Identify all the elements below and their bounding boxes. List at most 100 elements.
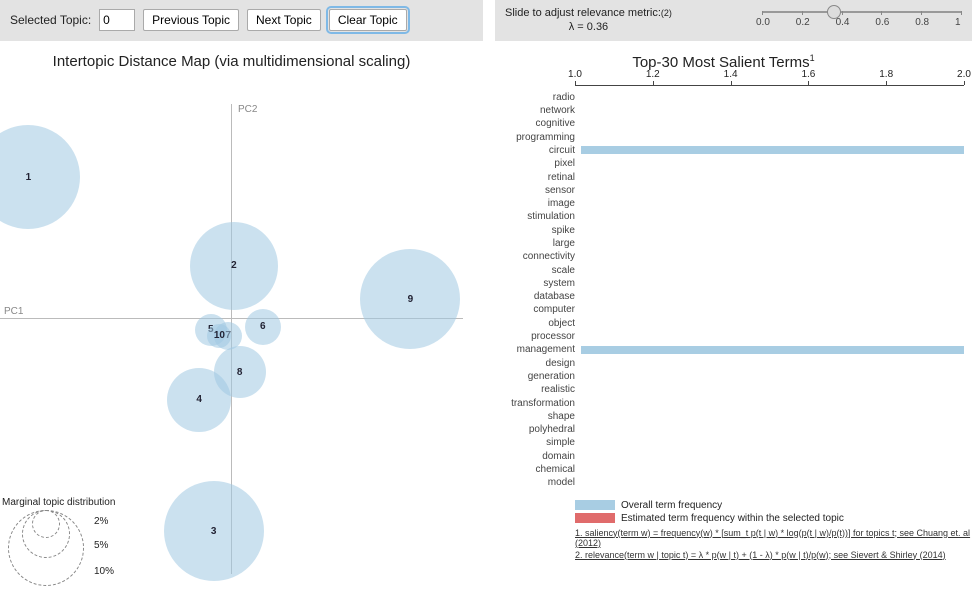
next-topic-button[interactable]: Next Topic: [247, 9, 321, 31]
lambda-header: Slide to adjust relevance metric:: [505, 7, 661, 19]
term-row: realistic: [475, 383, 964, 396]
term-label[interactable]: connectivity: [475, 251, 581, 262]
term-row: computer: [475, 303, 964, 316]
footnote-2: 2. relevance(term w | topic t) = λ * p(w…: [575, 550, 972, 560]
marginal-10pct: 10%: [94, 566, 114, 577]
term-label[interactable]: radio: [475, 92, 581, 103]
xtick-1.4: 1.4: [724, 69, 738, 80]
lambda-value-label: λ = 0.36: [505, 20, 672, 34]
term-row: model: [475, 476, 964, 489]
term-row: network: [475, 104, 964, 117]
term-label[interactable]: processor: [475, 331, 581, 342]
term-row: pixel: [475, 157, 964, 170]
axis-label-pc2: PC2: [238, 104, 257, 115]
xtick-1.0: 1.0: [568, 69, 582, 80]
term-row: transformation: [475, 396, 964, 409]
lambda-slider[interactable]: 0.00.20.40.60.81: [762, 7, 962, 17]
controls-bar: Selected Topic: Previous Topic Next Topi…: [0, 0, 483, 41]
term-label[interactable]: shape: [475, 411, 581, 422]
marginal-title: Marginal topic distribution: [2, 497, 132, 508]
term-row: scale: [475, 263, 964, 276]
term-row: chemical: [475, 463, 964, 476]
topic-bubble-2[interactable]: 2: [190, 222, 278, 310]
lambda-tick-1: 1: [955, 17, 961, 28]
term-row: design: [475, 357, 964, 370]
mds-plot: PC1 PC2 12345678910 Marginal topic distr…: [0, 74, 463, 594]
term-label[interactable]: pixel: [475, 158, 581, 169]
previous-topic-button[interactable]: Previous Topic: [143, 9, 239, 31]
term-label[interactable]: design: [475, 358, 581, 369]
footnotes: 1. saliency(term w) = frequency(w) * [su…: [575, 528, 972, 560]
topic-bubble-9[interactable]: 9: [360, 249, 460, 349]
clear-topic-button[interactable]: Clear Topic: [329, 9, 407, 31]
bars-legend: Overall term frequency Estimated term fr…: [575, 500, 972, 524]
term-bar: [581, 346, 964, 354]
slider-track: [762, 11, 962, 13]
term-label[interactable]: database: [475, 291, 581, 302]
term-row: connectivity: [475, 250, 964, 263]
term-label[interactable]: model: [475, 477, 581, 488]
term-row: cognitive: [475, 117, 964, 130]
term-row: sensor: [475, 184, 964, 197]
axis-label-pc1: PC1: [4, 306, 23, 317]
term-row: object: [475, 317, 964, 330]
term-label[interactable]: network: [475, 105, 581, 116]
term-label[interactable]: retinal: [475, 172, 581, 183]
term-row: management: [475, 343, 964, 356]
term-label[interactable]: domain: [475, 451, 581, 462]
selected-topic-label: Selected Topic:: [10, 13, 91, 27]
term-row: spike: [475, 224, 964, 237]
term-row: domain: [475, 450, 964, 463]
term-label[interactable]: programming: [475, 132, 581, 143]
term-label[interactable]: large: [475, 238, 581, 249]
term-label[interactable]: chemical: [475, 464, 581, 475]
term-bar: [581, 146, 964, 154]
legend-within: Estimated term frequency within the sele…: [621, 513, 844, 524]
term-row: image: [475, 197, 964, 210]
marginal-5pct: 5%: [94, 540, 108, 551]
term-label[interactable]: circuit: [475, 145, 581, 156]
lambda-tick-0.2: 0.2: [796, 17, 810, 28]
term-bars: radio network cognitive programming circuit p…: [475, 91, 964, 490]
term-label[interactable]: transformation: [475, 398, 581, 409]
term-row: system: [475, 277, 964, 290]
marginal-legend: Marginal topic distribution 2% 5% 10%: [2, 497, 132, 590]
topic-bubble-1[interactable]: 1: [0, 125, 80, 229]
topic-bubble-8[interactable]: 8: [214, 346, 266, 398]
term-label[interactable]: simple: [475, 437, 581, 448]
legend-swatch-within: [575, 513, 615, 523]
xtick-1.8: 1.8: [879, 69, 893, 80]
term-label[interactable]: scale: [475, 265, 581, 276]
term-label[interactable]: management: [475, 344, 581, 355]
term-label[interactable]: object: [475, 318, 581, 329]
term-label[interactable]: spike: [475, 225, 581, 236]
term-label[interactable]: realistic: [475, 384, 581, 395]
mds-title: Intertopic Distance Map (via multidimens…: [0, 53, 463, 70]
term-label[interactable]: system: [475, 278, 581, 289]
lambda-tick-0.0: 0.0: [756, 17, 770, 28]
topic-bubble-6[interactable]: 6: [245, 309, 281, 345]
bars-xaxis: 1.01.21.41.61.82.0: [575, 75, 964, 89]
lambda-footnote-ref: (2): [661, 8, 672, 18]
term-row: simple: [475, 436, 964, 449]
term-label[interactable]: image: [475, 198, 581, 209]
legend-swatch-overall: [575, 500, 615, 510]
term-row: programming: [475, 130, 964, 143]
term-label[interactable]: cognitive: [475, 118, 581, 129]
xtick-2.0: 2.0: [957, 69, 971, 80]
lambda-tick-0.4: 0.4: [836, 17, 850, 28]
term-label[interactable]: computer: [475, 304, 581, 315]
term-row: shape: [475, 410, 964, 423]
xtick-1.2: 1.2: [646, 69, 660, 80]
term-row: retinal: [475, 170, 964, 183]
term-label[interactable]: generation: [475, 371, 581, 382]
term-label[interactable]: stimulation: [475, 211, 581, 222]
selected-topic-input[interactable]: [99, 9, 135, 31]
term-label[interactable]: sensor: [475, 185, 581, 196]
term-row: processor: [475, 330, 964, 343]
term-label[interactable]: polyhedral: [475, 424, 581, 435]
lambda-bar: Slide to adjust relevance metric:(2) λ =…: [495, 0, 972, 41]
xtick-1.6: 1.6: [801, 69, 815, 80]
term-row: stimulation: [475, 210, 964, 223]
topic-bubble-3[interactable]: 3: [164, 481, 264, 581]
